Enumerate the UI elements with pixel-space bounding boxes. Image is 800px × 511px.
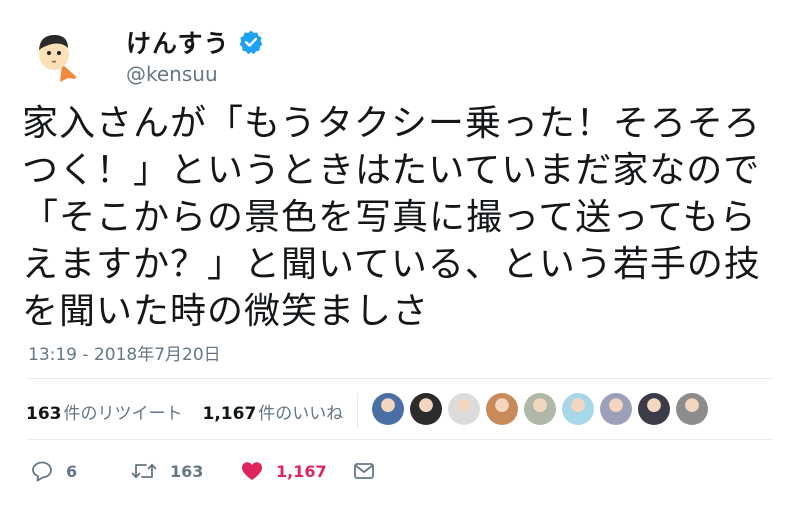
envelope-icon (354, 463, 374, 479)
avatar-illustration-icon (32, 24, 90, 82)
retweet-stat[interactable]: 163 件のリツイート (26, 399, 183, 424)
divider-top (26, 378, 774, 379)
display-name-row: けんすう (126, 26, 264, 58)
name-block: けんすう @kensuu (126, 26, 264, 86)
like-stat[interactable]: 1,167 件のいいね (203, 399, 344, 424)
heart-icon (242, 462, 262, 480)
retweet-stat-count: 163 (26, 403, 62, 424)
user-avatar-6[interactable] (562, 393, 594, 425)
stats-separator (357, 393, 358, 429)
user-avatar-8[interactable] (638, 393, 670, 425)
tweet-header: けんすう @kensuu (32, 24, 264, 86)
like-count: 1,167 (276, 461, 327, 481)
user-avatar-5[interactable] (524, 393, 556, 425)
like-button[interactable]: 1,167 (240, 459, 352, 483)
user-avatar-2[interactable] (410, 393, 442, 425)
user-avatar-3[interactable] (448, 393, 480, 425)
profile-avatar[interactable] (32, 24, 90, 82)
reply-count: 6 (66, 461, 78, 481)
reply-button[interactable]: 6 (30, 459, 130, 483)
retweet-stat-label: 件のリツイート (63, 403, 183, 424)
verified-badge-icon (239, 30, 262, 55)
like-stat-label: 件のいいね (258, 403, 344, 424)
retweet-button[interactable]: 163 (130, 459, 240, 483)
liker-avatars (372, 393, 714, 425)
display-name[interactable]: けんすう (126, 24, 230, 60)
user-avatar-7[interactable] (600, 393, 632, 425)
tweet-actions: 6 163 1,167 (30, 456, 376, 486)
tweet-timestamp[interactable]: 13:19 - 2018年7月20日 (28, 340, 221, 365)
tweet-text: 家入さんが「もうタクシー乗った！そろそろ つく！」というときはたいていまだ家なの… (22, 103, 761, 332)
like-stat-count: 1,167 (202, 403, 257, 424)
user-avatar-9[interactable] (676, 393, 708, 425)
retweet-icon (131, 463, 157, 479)
user-avatar-4[interactable] (486, 393, 518, 425)
divider-bottom (26, 439, 774, 440)
reply-icon (32, 461, 52, 482)
user-handle[interactable]: @kensuu (126, 62, 264, 86)
retweet-count: 163 (170, 461, 204, 481)
engagement-stats: 163 件のリツイート 1,167 件のいいね (26, 393, 363, 429)
user-avatar-1[interactable] (372, 393, 404, 425)
direct-message-button[interactable] (352, 459, 376, 483)
